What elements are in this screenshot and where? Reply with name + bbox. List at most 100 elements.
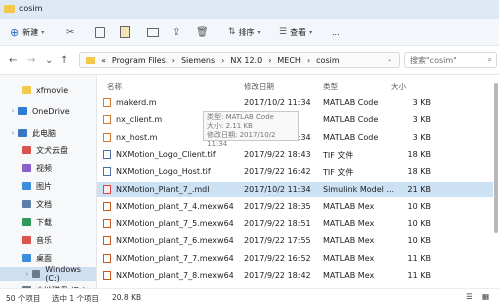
search-input[interactable]: 搜索"cosim" ⌕: [404, 52, 497, 68]
back-button[interactable]: ←: [9, 55, 17, 66]
sidebar-item[interactable]: 音乐: [0, 233, 96, 247]
navigation-pane: xfmovie › OneDrive › 此电脑文犬云盘视频图片文档下载音乐桌面 › Win…: [0, 75, 97, 295]
breadcrumb-program-files[interactable]: Program Files: [112, 56, 166, 65]
folder-icon: [31, 270, 41, 278]
file-date: 2017/10/2 11:34: [244, 98, 311, 107]
column-size[interactable]: 大小: [391, 81, 406, 92]
sidebar-item[interactable]: 文犬云盘: [0, 143, 96, 157]
file-icon: [103, 184, 111, 194]
sidebar-item-label: xfmovie: [36, 85, 69, 95]
tooltip-date: 修改日期: 2017/10/2 11:34: [207, 131, 276, 148]
folder-icon: [22, 200, 31, 208]
chevron-right-icon[interactable]: ›: [22, 270, 32, 278]
folder-icon: [22, 146, 31, 154]
chevron-down-icon: ▾: [309, 28, 313, 36]
breadcrumb-separator: ›: [268, 55, 272, 65]
chevron-down-icon: ▾: [257, 28, 261, 36]
sidebar-item-label: 桌面: [36, 253, 52, 263]
file-icon: [103, 98, 111, 107]
cut-button[interactable]: ✂: [66, 25, 74, 39]
file-row[interactable]: NXMotion_Plant_7_.mdl 2017/10/2 11:34 Simu…: [97, 181, 493, 197]
file-date: 2017/9/22 18:42: [244, 271, 311, 280]
sidebar-item[interactable]: 下载: [0, 215, 96, 229]
sidebar-item[interactable]: 视频: [0, 161, 96, 175]
copy-button[interactable]: [95, 25, 105, 39]
address-box[interactable]: « Program Files › Siemens › NX 12.0 › ME…: [79, 52, 400, 68]
file-type: MATLAB Mex: [323, 201, 375, 211]
breadcrumb-cosim[interactable]: cosim: [316, 56, 339, 65]
address-dropdown-icon[interactable]: ⌄: [387, 56, 392, 63]
sidebar-item[interactable]: xfmovie: [0, 83, 96, 97]
new-button[interactable]: ⊕ 新建 ▾: [10, 25, 44, 39]
paste-icon: [120, 26, 130, 38]
file-size: 21 KB: [407, 184, 431, 194]
folder-icon: [22, 182, 31, 190]
file-row[interactable]: makerd.m 2017/10/2 11:34 MATLAB Code 3 KB: [97, 95, 493, 110]
column-name[interactable]: 名称: [107, 81, 122, 92]
tiles-view-icon[interactable]: ▦: [482, 292, 489, 301]
status-bar: 50 个项目 选中 1 个项目 20.8 KB ☰ ▦: [0, 288, 499, 307]
sidebar-item-label: 图片: [36, 181, 52, 191]
sidebar-item[interactable]: 桌面: [0, 251, 96, 265]
sidebar-item[interactable]: 文档: [0, 197, 96, 211]
more-button[interactable]: ...: [332, 25, 340, 39]
up-button[interactable]: ↑: [60, 55, 68, 66]
sidebar-item-label: 此电脑: [32, 128, 56, 138]
column-date[interactable]: 修改日期: [244, 81, 274, 92]
sidebar-item[interactable]: 图片: [0, 179, 96, 193]
file-row[interactable]: NXMotion_plant_7_6.mexw64 2017/9/22 17:55…: [97, 233, 493, 248]
item-count: 50 个项目: [6, 294, 41, 303]
selected-size: 20.8 KB: [112, 293, 142, 302]
file-size: 3 KB: [412, 132, 431, 142]
share-button[interactable]: ⇪: [172, 25, 180, 39]
file-date: 2017/9/22 18:43: [244, 149, 311, 159]
breadcrumb-nx12[interactable]: NX 12.0: [230, 56, 262, 65]
file-type: MATLAB Mex: [323, 219, 375, 229]
sidebar-item[interactable]: › OneDrive: [0, 104, 96, 118]
file-row[interactable]: NXMotion_Logo_Host.tif 2017/9/22 16:42 TIF…: [97, 164, 493, 179]
vertical-scrollbar[interactable]: [493, 75, 499, 288]
file-icon: [103, 253, 111, 263]
file-size: 11 KB: [407, 253, 431, 263]
file-name: NXMotion_plant_7_7.mexw64: [116, 253, 234, 263]
column-type[interactable]: 类型: [323, 81, 338, 92]
file-icon: [103, 219, 111, 229]
file-size: 18 KB: [407, 167, 431, 177]
breadcrumb-siemens[interactable]: Siemens: [181, 56, 215, 65]
breadcrumb-mech[interactable]: MECH: [277, 56, 301, 65]
sidebar-item-label: OneDrive: [32, 106, 70, 116]
chevron-right-icon[interactable]: ›: [8, 129, 18, 137]
scrollbar-thumb[interactable]: [494, 83, 498, 233]
sidebar-item[interactable]: › 此电脑: [0, 126, 96, 140]
delete-button[interactable]: 🗑: [196, 25, 209, 39]
breadcrumb-separator: ›: [171, 55, 175, 65]
file-row[interactable]: NXMotion_plant_7_8.mexw64 2017/9/22 18:42…: [97, 268, 493, 283]
file-row[interactable]: NXMotion_Logo_Client.tif 2017/9/22 18:43 T…: [97, 147, 493, 162]
view-button[interactable]: ☰ 查看 ▾: [279, 25, 312, 39]
details-view-icon[interactable]: ☰: [466, 292, 473, 301]
search-icon: ⌕: [487, 55, 492, 64]
sidebar-item[interactable]: › Windows (C:): [0, 265, 96, 283]
rename-button[interactable]: [147, 25, 159, 39]
file-type: MATLAB Mex: [323, 271, 375, 280]
sidebar-item-label: 文犬云盘: [36, 145, 68, 155]
command-bar: ⊕ 新建 ▾ ✂ ⇪ 🗑 ⇅ 排序 ▾ ☰ 查看 ▾ ...: [0, 19, 499, 46]
file-tooltip: 类型: MATLAB Code 大小: 2.11 KB 修改日期: 2017/1…: [203, 111, 299, 148]
file-name: makerd.m: [116, 98, 157, 107]
file-row[interactable]: NXMotion_plant_7_5.mexw64 2017/9/22 18:51…: [97, 216, 493, 231]
file-date: 2017/10/2 11:34: [244, 184, 311, 194]
file-row[interactable]: NXMotion_plant_7_7.mexw64 2017/9/22 16:52…: [97, 251, 493, 266]
rename-icon: [147, 27, 159, 37]
sort-button[interactable]: ⇅ 排序 ▾: [228, 25, 261, 39]
file-size: 3 KB: [412, 115, 431, 125]
forward-button[interactable]: →: [27, 55, 35, 66]
file-type: Simulink Model ...: [323, 184, 395, 194]
paste-button[interactable]: [120, 25, 130, 39]
sort-label: 排序: [238, 27, 255, 37]
sidebar-item-label: 下载: [36, 217, 52, 227]
chevron-right-icon[interactable]: ›: [8, 107, 18, 115]
view-icon: ☰: [279, 27, 288, 37]
file-row[interactable]: NXMotion_plant_7_4.mexw64 2017/9/22 18:35…: [97, 199, 493, 214]
overflow-prefix[interactable]: «: [101, 56, 106, 65]
history-dropdown-icon[interactable]: ⌄: [45, 55, 53, 66]
